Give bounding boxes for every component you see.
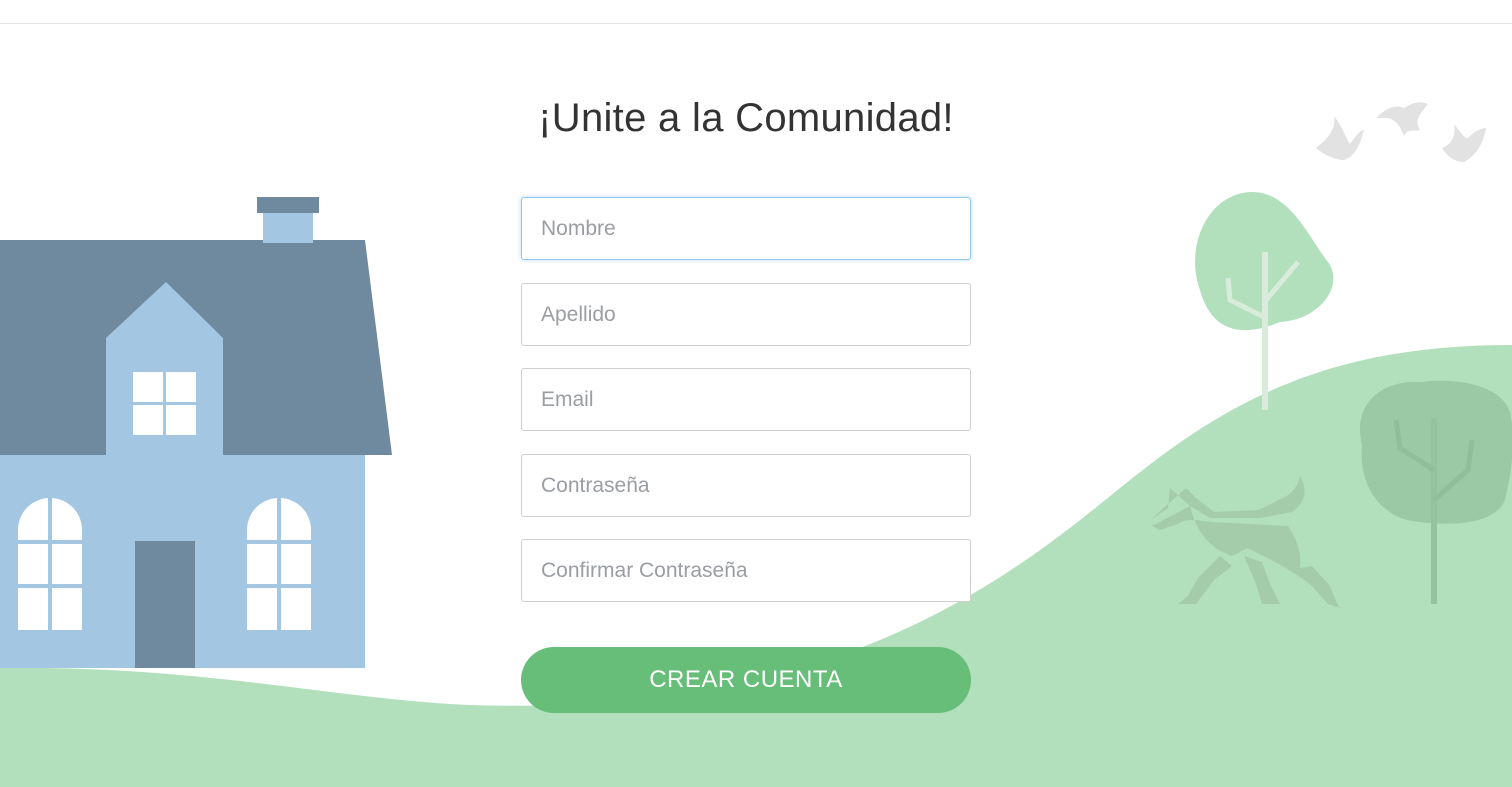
house-icon (0, 197, 392, 668)
nombre-input[interactable] (521, 197, 971, 260)
house-door-icon (135, 541, 195, 668)
email-input[interactable] (521, 368, 971, 431)
apellido-input[interactable] (521, 283, 971, 346)
page-title: ¡Unite a la Comunidad! (538, 96, 954, 140)
confirm-password-input[interactable] (521, 539, 971, 602)
signup-form: ¡Unite a la Comunidad! CREAR CUENTA (521, 88, 971, 713)
create-account-button[interactable]: CREAR CUENTA (521, 647, 971, 713)
password-input[interactable] (521, 454, 971, 517)
signup-page: ¡Unite a la Comunidad! CREAR CUENTA (0, 0, 1512, 787)
bird-icon (1316, 102, 1486, 162)
